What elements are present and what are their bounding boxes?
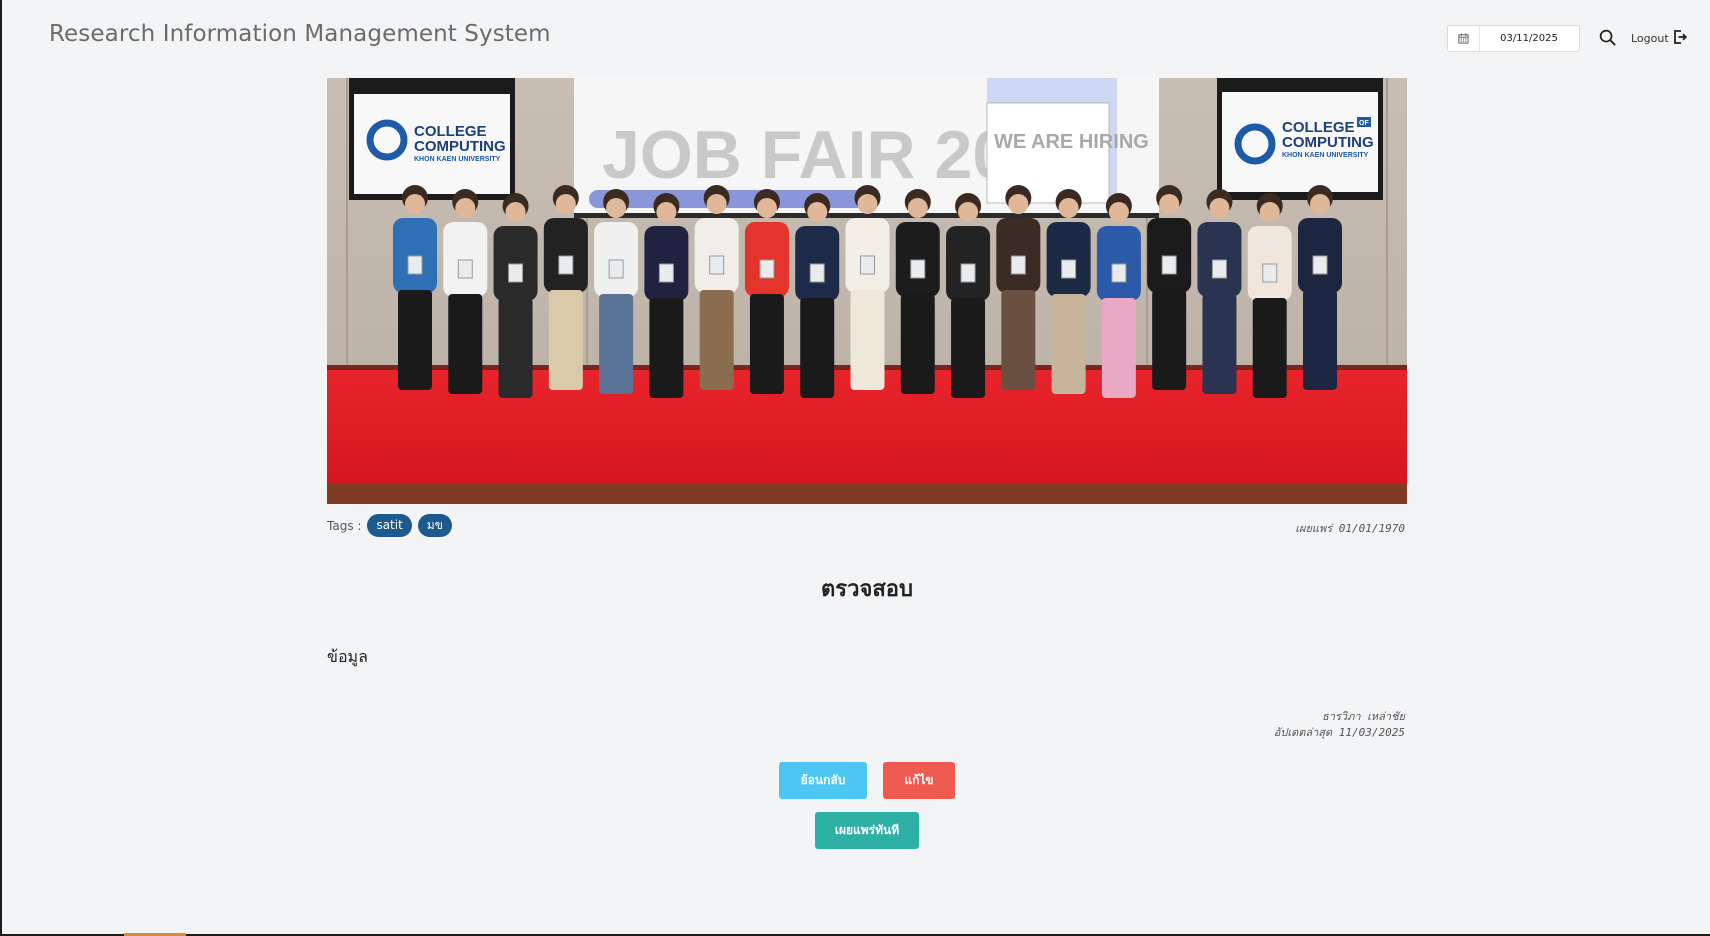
person-face (1008, 194, 1029, 214)
left-screen: COLLEGE COMPUTING KHON KAEN UNIVERSITY (349, 78, 515, 200)
award-plaque (1211, 259, 1227, 279)
person-legs (1303, 290, 1337, 390)
person-face (1159, 194, 1180, 214)
article-body: ข้อมูล (327, 647, 368, 666)
person-legs (850, 290, 885, 390)
award-plaque (1161, 255, 1177, 275)
logo-right-university: KHON KAEN UNIVERSITY (1282, 152, 1369, 159)
app-title: Research Information Management System (49, 21, 551, 47)
person-legs (1101, 298, 1136, 398)
person-face (857, 194, 878, 214)
logout-label: Logout (1631, 32, 1669, 45)
person-legs (800, 298, 835, 398)
person-face (555, 194, 576, 214)
person-legs (1252, 298, 1287, 398)
person-face (756, 198, 777, 218)
award-plaque (508, 263, 524, 283)
person-legs (1001, 290, 1036, 390)
back-button[interactable]: ย้อนกลับ (779, 762, 867, 799)
person-legs (1152, 290, 1187, 390)
date-input[interactable] (1480, 33, 1578, 44)
person-legs (1202, 294, 1237, 394)
award-plaque (1111, 263, 1127, 283)
award-plaque (1061, 259, 1077, 279)
award-plaque (457, 259, 473, 279)
person-legs (1051, 294, 1086, 394)
logo-left-university: KHON KAEN UNIVERSITY (414, 156, 501, 163)
logout-button[interactable]: Logout (1631, 30, 1687, 47)
person-face (606, 198, 627, 218)
person-face (807, 202, 828, 222)
sign-text: WE ARE HIRING (994, 131, 1149, 153)
award-plaque (1312, 255, 1328, 275)
event-photo: JOB FAIR 2025 WE ARE HIRING COLLEGE COMP… (327, 78, 1407, 504)
person-face (1310, 194, 1330, 214)
search-icon[interactable] (1597, 27, 1617, 47)
award-plaque (910, 259, 926, 279)
logo-right-of: OF (1359, 120, 1369, 127)
publish-now-button[interactable]: เผยแพร่ทันที (815, 812, 919, 849)
author-name: ธารวิภา เหล่าชัย (1322, 710, 1405, 723)
tag-kku[interactable]: มข (417, 514, 452, 537)
article-title: ตรวจสอบ (821, 577, 913, 602)
author-info: ธารวิภา เหล่าชัย อัปเดตล่าสุด 11/03/2025 (1274, 709, 1405, 741)
edit-button[interactable]: แก้ไข (883, 762, 955, 799)
award-plaque (960, 263, 976, 283)
award-plaque (809, 263, 825, 283)
person-legs (548, 290, 583, 390)
person-legs (649, 298, 684, 398)
logo-left-computing: COMPUTING (414, 138, 506, 155)
person-face (1058, 198, 1079, 218)
award-plaque (1262, 263, 1278, 283)
person-legs (900, 294, 935, 394)
right-screen: COLLEGE COMPUTING KHON KAEN UNIVERSITY O… (1217, 78, 1383, 200)
award-plaque (860, 255, 875, 275)
person-face (1108, 202, 1129, 222)
award-plaque (658, 263, 674, 283)
award-plaque (608, 259, 624, 279)
date-picker[interactable] (1447, 25, 1580, 52)
last-updated: อัปเดตล่าสุด 11/03/2025 (1273, 726, 1405, 739)
person-face (656, 202, 677, 222)
tag-satit[interactable]: satit (367, 514, 412, 537)
tags-label: Tags : (327, 518, 362, 533)
person-legs (951, 298, 986, 398)
award-plaque (407, 255, 423, 275)
tag-list: Tags : satit มข (327, 514, 452, 537)
hero-photo: JOB FAIR 2025 WE ARE HIRING COLLEGE COMP… (327, 78, 1407, 504)
person-legs (699, 290, 734, 390)
award-plaque (558, 255, 574, 275)
calendar-icon[interactable] (1448, 26, 1480, 51)
person-face (455, 198, 476, 218)
award-plaque (759, 259, 775, 279)
person-face (505, 202, 526, 222)
person-face (907, 198, 928, 218)
person-legs (749, 294, 784, 394)
person-face (706, 194, 727, 214)
person-face (405, 194, 425, 214)
published-date: เผยแพร่ 01/01/1970 (1295, 522, 1405, 535)
person-face (1209, 198, 1230, 218)
award-plaque (709, 255, 725, 275)
person-legs (448, 294, 483, 394)
person-legs (599, 294, 634, 394)
person-face (958, 202, 979, 222)
award-plaque (1010, 255, 1026, 275)
logo-right-computing: COMPUTING (1282, 134, 1374, 151)
person-legs (398, 290, 432, 390)
person-legs (498, 298, 533, 398)
person-face (1259, 202, 1280, 222)
logout-icon (1673, 30, 1687, 47)
